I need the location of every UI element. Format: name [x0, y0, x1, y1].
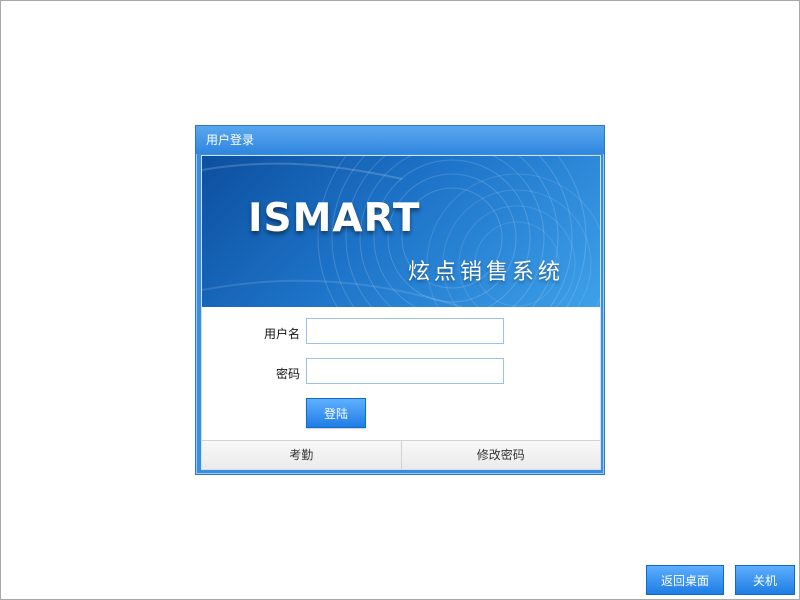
username-input[interactable]	[306, 318, 504, 344]
shutdown-button[interactable]: 关机	[735, 565, 795, 595]
password-label: 密码	[275, 367, 300, 381]
brand-subtitle: 炫点销售系统	[408, 260, 565, 285]
username-row: 用户名	[202, 318, 600, 346]
username-label: 用户名	[263, 327, 300, 341]
attendance-label: 考勤	[289, 448, 314, 462]
login-button[interactable]: 登陆	[306, 398, 366, 428]
dialog-footer: 考勤 修改密码	[202, 440, 600, 469]
password-input[interactable]	[306, 358, 504, 384]
dialog-body: ISMART 炫点销售系统 用户名 密码 登陆 考勤 修改密码	[201, 155, 601, 470]
change-password-label: 修改密码	[476, 448, 525, 462]
return-desktop-button[interactable]: 返回桌面	[646, 565, 724, 595]
dialog-titlebar: 用户登录	[196, 126, 604, 154]
password-row: 密码	[202, 358, 600, 386]
dialog-title: 用户登录	[206, 133, 255, 147]
login-banner: ISMART 炫点销售系统	[202, 156, 600, 307]
attendance-button[interactable]: 考勤	[202, 441, 401, 469]
login-dialog: 用户登录 ISMART 炫点销售系统 用户名 密码 登陆 考勤 修改密码	[195, 125, 605, 475]
change-password-button[interactable]: 修改密码	[400, 441, 601, 469]
brand-title: ISMART	[248, 196, 421, 241]
